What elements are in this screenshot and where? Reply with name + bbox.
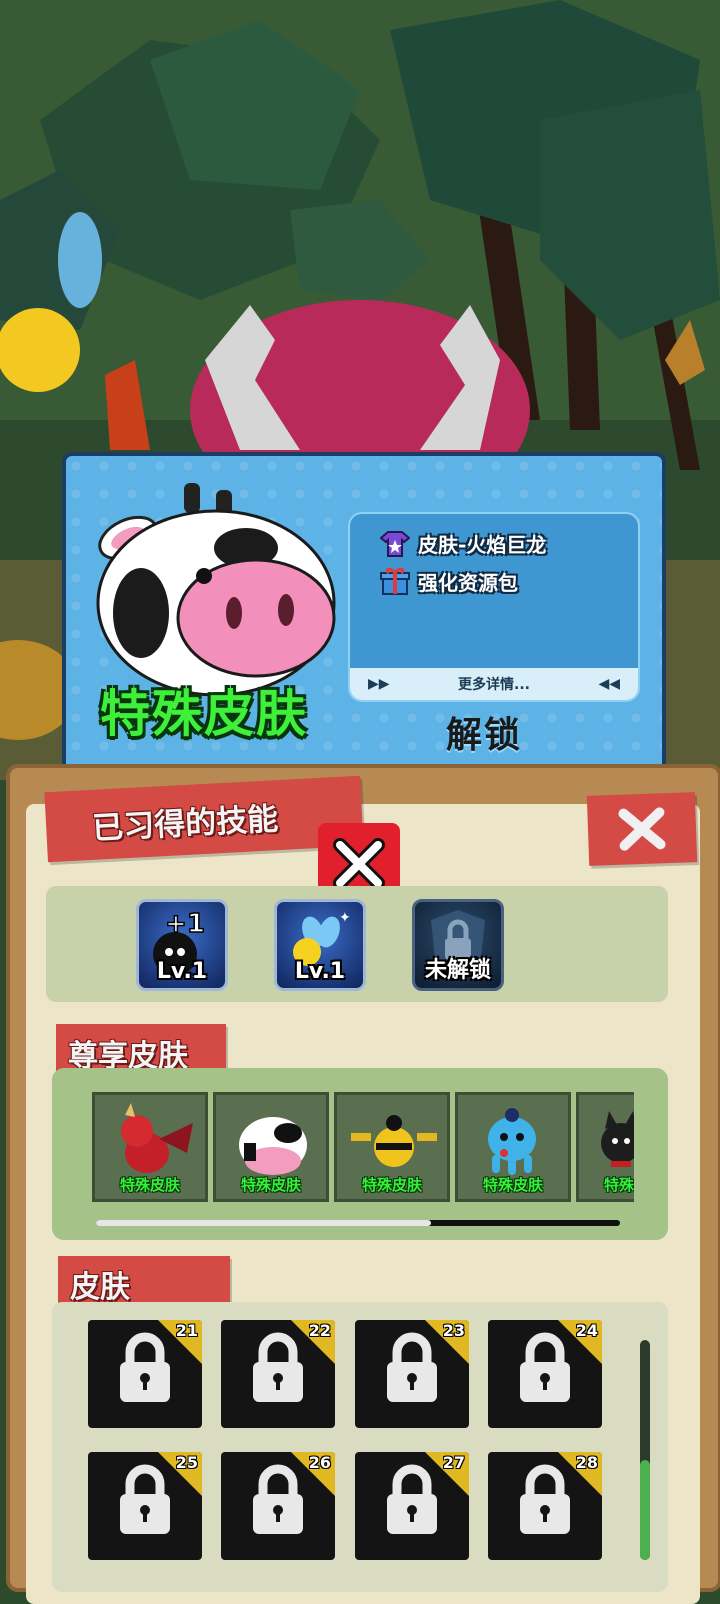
skin-name: 特殊皮肤 xyxy=(482,1176,543,1194)
locked-skin-card[interactable]: 22 xyxy=(221,1320,335,1428)
cow-icon xyxy=(96,483,336,697)
exclusive-skin-card[interactable]: 特殊皮肤 xyxy=(334,1092,450,1202)
skin-number: 23 xyxy=(442,1321,465,1340)
arrows-left-icon: ◀◀ xyxy=(598,676,620,692)
shirt-icon xyxy=(380,528,410,558)
exclusive-skins-scrollbar[interactable] xyxy=(96,1220,620,1226)
locked-skin-card[interactable]: 27 xyxy=(355,1452,469,1560)
more-details-bar[interactable]: ▶▶ 更多详情... ◀◀ xyxy=(350,668,638,700)
skins-vertical-scrollbar[interactable] xyxy=(640,1340,650,1560)
exclusive-skin-card[interactable]: 特殊皮肤 xyxy=(92,1092,208,1202)
unlock-button[interactable]: 解锁 xyxy=(446,706,522,758)
rewards-box: 皮肤-火焰巨龙 强化资源包 ▶▶ 更多详情... ◀◀ xyxy=(348,512,640,702)
locked-skin-card[interactable]: 23 xyxy=(355,1320,469,1428)
skill-locked[interactable]: 未解锁 xyxy=(412,899,504,991)
arrows-right-icon: ▶▶ xyxy=(368,676,390,692)
reward-row-pack: 强化资源包 xyxy=(380,566,518,596)
cow-icon xyxy=(239,1117,307,1175)
reward-label: 皮肤-火焰巨龙 xyxy=(418,532,547,557)
exclusive-skin-card[interactable]: 特殊皮肤 xyxy=(576,1092,634,1202)
locked-skin-card[interactable]: 24 xyxy=(488,1320,602,1428)
skill-status: 未解锁 xyxy=(424,958,491,983)
scrollbar-thumb[interactable] xyxy=(640,1460,650,1560)
skin-name: 特殊皮肤 xyxy=(361,1176,422,1194)
special-skin-offer-card[interactable]: 特殊皮肤 皮肤-火焰巨龙 强化资源包 ▶▶ 更多详情... ◀◀ 解锁 xyxy=(62,452,666,784)
skin-number: 25 xyxy=(175,1453,198,1472)
skin-number-badge: 23 xyxy=(425,1320,469,1364)
locked-skin-card[interactable]: 28 xyxy=(488,1452,602,1560)
red-dragon-icon xyxy=(121,1103,193,1173)
skin-name: 特殊皮肤 xyxy=(603,1176,634,1194)
gift-icon xyxy=(380,566,410,596)
exclusive-skin-card[interactable]: 特殊皮肤 xyxy=(213,1092,329,1202)
skin-number: 22 xyxy=(308,1321,331,1340)
skin-number-badge: 28 xyxy=(558,1452,602,1496)
panel-close-button[interactable] xyxy=(586,792,698,866)
bee-robot-icon xyxy=(351,1115,437,1167)
black-cat-icon xyxy=(601,1111,634,1167)
reward-label: 强化资源包 xyxy=(418,570,518,595)
skills-header-label: 已习得的技能 xyxy=(91,800,280,847)
more-details-link[interactable]: 更多详情... xyxy=(458,674,530,694)
skin-number: 27 xyxy=(442,1453,465,1472)
skill-bomb[interactable]: +1 Lv.1 xyxy=(136,899,228,991)
skin-name: 特殊皮肤 xyxy=(119,1176,180,1194)
exclusive-skins-list[interactable]: 特殊皮肤 特殊皮肤 特殊皮肤 特殊皮肤 特殊皮肤 xyxy=(92,1092,634,1204)
skin-number: 24 xyxy=(575,1321,598,1340)
skin-number-badge: 21 xyxy=(158,1320,202,1364)
exclusive-skin-card[interactable]: 特殊皮肤 xyxy=(455,1092,571,1202)
promo-title: 特殊皮肤 xyxy=(100,685,308,743)
skin-number: 21 xyxy=(175,1321,198,1340)
locked-skin-card[interactable]: 21 xyxy=(88,1320,202,1428)
svg-text:✦: ✦ xyxy=(339,910,351,926)
blue-octopus-icon xyxy=(488,1108,536,1175)
skin-number-badge: 26 xyxy=(291,1452,335,1496)
locked-skin-card[interactable]: 26 xyxy=(221,1452,335,1560)
skill-level: Lv.1 xyxy=(294,959,346,984)
close-icon xyxy=(333,838,385,890)
scrollbar-thumb[interactable] xyxy=(96,1220,432,1226)
locked-skin-card[interactable]: 25 xyxy=(88,1452,202,1560)
skill-level: Lv.1 xyxy=(156,959,208,984)
close-icon xyxy=(618,807,666,851)
skin-number: 26 xyxy=(308,1453,331,1472)
skin-number-badge: 27 xyxy=(425,1452,469,1496)
skin-number: 28 xyxy=(575,1453,598,1472)
skin-name: 特殊皮肤 xyxy=(240,1176,301,1194)
skill-badge: +1 xyxy=(165,909,205,939)
reward-row-skin: 皮肤-火焰巨龙 xyxy=(380,528,546,558)
skin-number-badge: 24 xyxy=(558,1320,602,1364)
skin-number-badge: 22 xyxy=(291,1320,335,1364)
skins-header-label: 皮肤 xyxy=(70,1270,130,1305)
skill-fairy[interactable]: ✦ Lv.1 xyxy=(274,899,366,991)
skin-number-badge: 25 xyxy=(158,1452,202,1496)
